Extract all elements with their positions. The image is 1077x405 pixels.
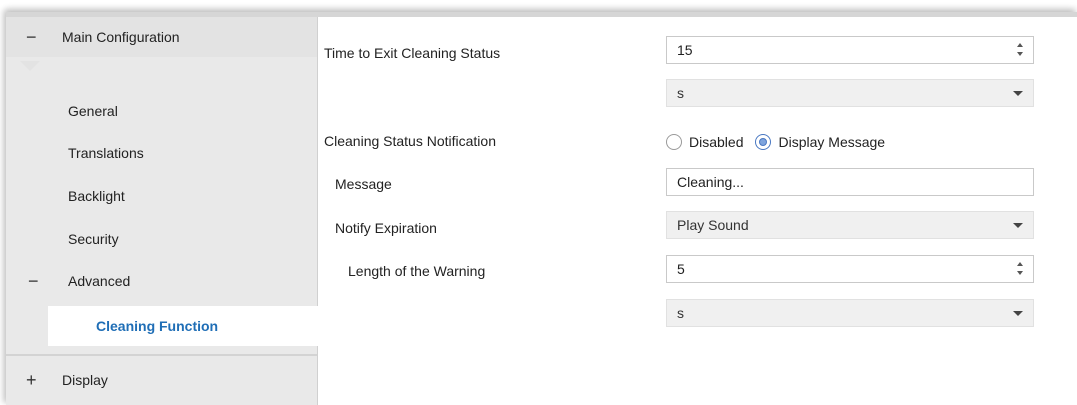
sidebar-item-general[interactable]: General [6, 91, 317, 131]
sidebar-item-label: Cleaning Function [96, 318, 219, 334]
notify-expiration-value: Play Sound [677, 217, 749, 233]
chevron-down-icon [1013, 223, 1023, 228]
message-label: Message [335, 176, 392, 192]
time-to-exit-input[interactable]: 15 [666, 36, 1034, 64]
sidebar-item-backlight[interactable]: Backlight [6, 176, 317, 216]
collapse-icon[interactable]: − [26, 28, 37, 46]
window-frame: − Main Configuration General Translation… [6, 12, 1077, 405]
sidebar-item-label: Backlight [68, 188, 125, 204]
collapse-icon[interactable]: − [28, 272, 39, 290]
expand-icon[interactable]: + [26, 371, 37, 389]
sidebar: − Main Configuration General Translation… [6, 17, 318, 405]
notify-expiration-select[interactable]: Play Sound [666, 211, 1034, 239]
time-to-exit-unit-value: s [677, 85, 684, 101]
spinner-icon[interactable] [1017, 260, 1025, 278]
warning-length-input[interactable]: 5 [666, 255, 1034, 283]
sidebar-item-label: Translations [68, 145, 144, 161]
sidebar-item-security[interactable]: Security [6, 219, 317, 259]
message-input[interactable]: Cleaning... [666, 168, 1034, 196]
disabled-radio[interactable] [666, 134, 682, 150]
message-value: Cleaning... [677, 174, 744, 190]
warning-length-unit-select[interactable]: s [666, 299, 1034, 327]
spinner-icon[interactable] [1017, 41, 1025, 59]
notification-label: Cleaning Status Notification [324, 133, 496, 149]
sidebar-section-advanced[interactable]: − Advanced [6, 261, 317, 301]
section-pointer-icon [20, 61, 40, 71]
sidebar-divider [6, 354, 317, 356]
sidebar-item-label: Security [68, 231, 119, 247]
parameters-panel: Time to Exit Cleaning Status 15 s Cleani… [318, 17, 1077, 405]
sidebar-section-main-configuration[interactable]: − Main Configuration [6, 17, 317, 57]
chevron-down-icon [1013, 91, 1023, 96]
disabled-radio-label[interactable]: Disabled [689, 134, 743, 150]
warning-length-value: 5 [677, 261, 685, 277]
warning-length-unit-value: s [677, 305, 684, 321]
notify-expiration-label: Notify Expiration [335, 220, 437, 236]
sidebar-section-label: Main Configuration [62, 29, 180, 45]
sidebar-item-cleaning-function[interactable]: Cleaning Function [48, 306, 318, 346]
display-message-radio-label[interactable]: Display Message [778, 134, 885, 150]
time-to-exit-unit-select[interactable]: s [666, 79, 1034, 107]
time-to-exit-label: Time to Exit Cleaning Status [324, 45, 501, 61]
chevron-down-icon [1013, 311, 1023, 316]
sidebar-item-label: General [68, 103, 118, 119]
sidebar-item-translations[interactable]: Translations [6, 133, 317, 173]
warning-length-label: Length of the Warning [348, 263, 486, 279]
notification-radio-group: Disabled Display Message [666, 128, 897, 156]
time-to-exit-value: 15 [677, 42, 693, 58]
sidebar-section-display[interactable]: + Display [6, 360, 317, 400]
sidebar-section-label: Advanced [68, 273, 131, 289]
sidebar-section-label: Display [62, 372, 108, 388]
display-message-radio[interactable] [755, 134, 772, 150]
